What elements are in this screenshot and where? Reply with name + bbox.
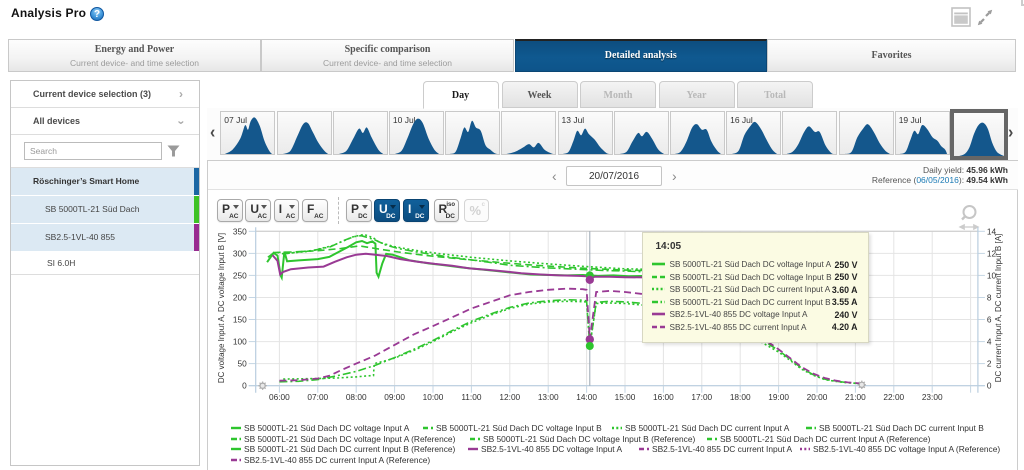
- svg-text:50: 50: [237, 359, 247, 369]
- svg-text:15:00: 15:00: [615, 392, 636, 402]
- svg-text:200: 200: [233, 293, 247, 303]
- svg-text:10:00: 10:00: [423, 392, 444, 402]
- svg-text:14:00: 14:00: [576, 392, 597, 402]
- svg-text:2: 2: [987, 359, 992, 369]
- svg-text:300: 300: [233, 248, 247, 258]
- svg-text:17:00: 17:00: [691, 392, 712, 402]
- svg-text:08:00: 08:00: [346, 392, 367, 402]
- svg-text:8: 8: [987, 293, 992, 303]
- svg-text:20:00: 20:00: [807, 392, 828, 402]
- svg-text:06:00: 06:00: [269, 392, 290, 402]
- svg-text:21:00: 21:00: [845, 392, 866, 402]
- svg-text:16:00: 16:00: [653, 392, 674, 402]
- svg-text:DC current Input A, DC current: DC current Input A, DC current Input B […: [994, 234, 1003, 383]
- svg-text:DC voltage Input A, DC voltage: DC voltage Input A, DC voltage Input B […: [217, 233, 226, 383]
- svg-text:07:00: 07:00: [307, 392, 328, 402]
- svg-text:0: 0: [987, 381, 992, 391]
- svg-text:18:00: 18:00: [730, 392, 751, 402]
- svg-text:250: 250: [233, 270, 247, 280]
- svg-text:09:00: 09:00: [384, 392, 405, 402]
- svg-text:11:00: 11:00: [461, 392, 482, 402]
- svg-text:100: 100: [233, 337, 247, 347]
- svg-text:350: 350: [233, 226, 247, 236]
- svg-text:13:00: 13:00: [538, 392, 559, 402]
- svg-text:150: 150: [233, 315, 247, 325]
- svg-text:12:00: 12:00: [499, 392, 520, 402]
- svg-text:23:00: 23:00: [922, 392, 943, 402]
- svg-text:6: 6: [987, 315, 992, 325]
- svg-text:19:00: 19:00: [768, 392, 789, 402]
- svg-text:22:00: 22:00: [883, 392, 904, 402]
- svg-text:0: 0: [242, 381, 247, 391]
- svg-text:4: 4: [987, 337, 992, 347]
